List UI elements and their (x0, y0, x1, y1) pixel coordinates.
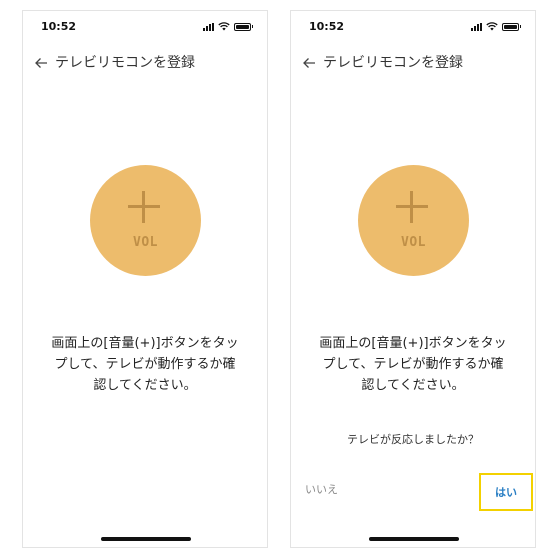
arrow-left-icon (35, 58, 47, 68)
battery-icon (233, 22, 253, 31)
status-icons (202, 22, 253, 31)
page-title: テレビリモコンを登録 (323, 55, 463, 71)
plus-icon (396, 191, 428, 223)
status-time: 10:52 (41, 20, 77, 33)
home-indicator[interactable] (369, 537, 459, 541)
plus-icon (128, 191, 160, 223)
nav-bar: テレビリモコンを登録 (23, 51, 267, 75)
back-button[interactable] (31, 53, 51, 73)
wifi-icon (217, 22, 230, 31)
vol-label: VOL (133, 235, 158, 250)
confirm-question: テレビが反応しましたか？ (347, 433, 479, 446)
phone-screen-right: 10:52 テレビリモコンを登録 VOL 画面上の[音量(+)]ボタンをタッ プ… (290, 10, 536, 548)
page-title: テレビリモコンを登録 (55, 55, 195, 71)
instruction-text: 画面上の[音量(+)]ボタンをタッ プして、テレビが動作するか確 認してください… (37, 333, 253, 396)
home-indicator[interactable] (101, 537, 191, 541)
instruction-text: 画面上の[音量(+)]ボタンをタッ プして、テレビが動作するか確 認してください… (305, 333, 521, 396)
status-bar: 10:52 (291, 11, 535, 41)
wifi-icon (485, 22, 498, 31)
instruction-line: プして、テレビが動作するか確 (322, 357, 504, 372)
volume-up-remote-button: VOL (90, 165, 201, 276)
arrow-left-icon (303, 58, 315, 68)
nav-bar: テレビリモコンを登録 (291, 51, 535, 75)
instruction-line: 認してください。 (361, 378, 465, 393)
instruction-line: 画面上の[音量(+)]ボタンをタッ (51, 336, 239, 351)
yes-button[interactable]: はい (479, 473, 533, 511)
battery-icon (501, 22, 521, 31)
cellular-signal-icon (202, 22, 214, 31)
back-button[interactable] (299, 53, 319, 73)
status-icons (470, 22, 521, 31)
no-button[interactable]: いいえ (305, 481, 338, 497)
volume-up-remote-button: VOL (358, 165, 469, 276)
status-time: 10:52 (309, 20, 345, 33)
phone-screen-left: 10:52 テレビリモコンを登録 VOL 画面上の[音量(+)]ボタンをタッ プ… (22, 10, 268, 548)
vol-label: VOL (401, 235, 426, 250)
instruction-line: 認してください。 (93, 378, 197, 393)
status-bar: 10:52 (23, 11, 267, 41)
instruction-line: プして、テレビが動作するか確 (54, 357, 236, 372)
instruction-line: 画面上の[音量(+)]ボタンをタッ (319, 336, 507, 351)
cellular-signal-icon (470, 22, 482, 31)
